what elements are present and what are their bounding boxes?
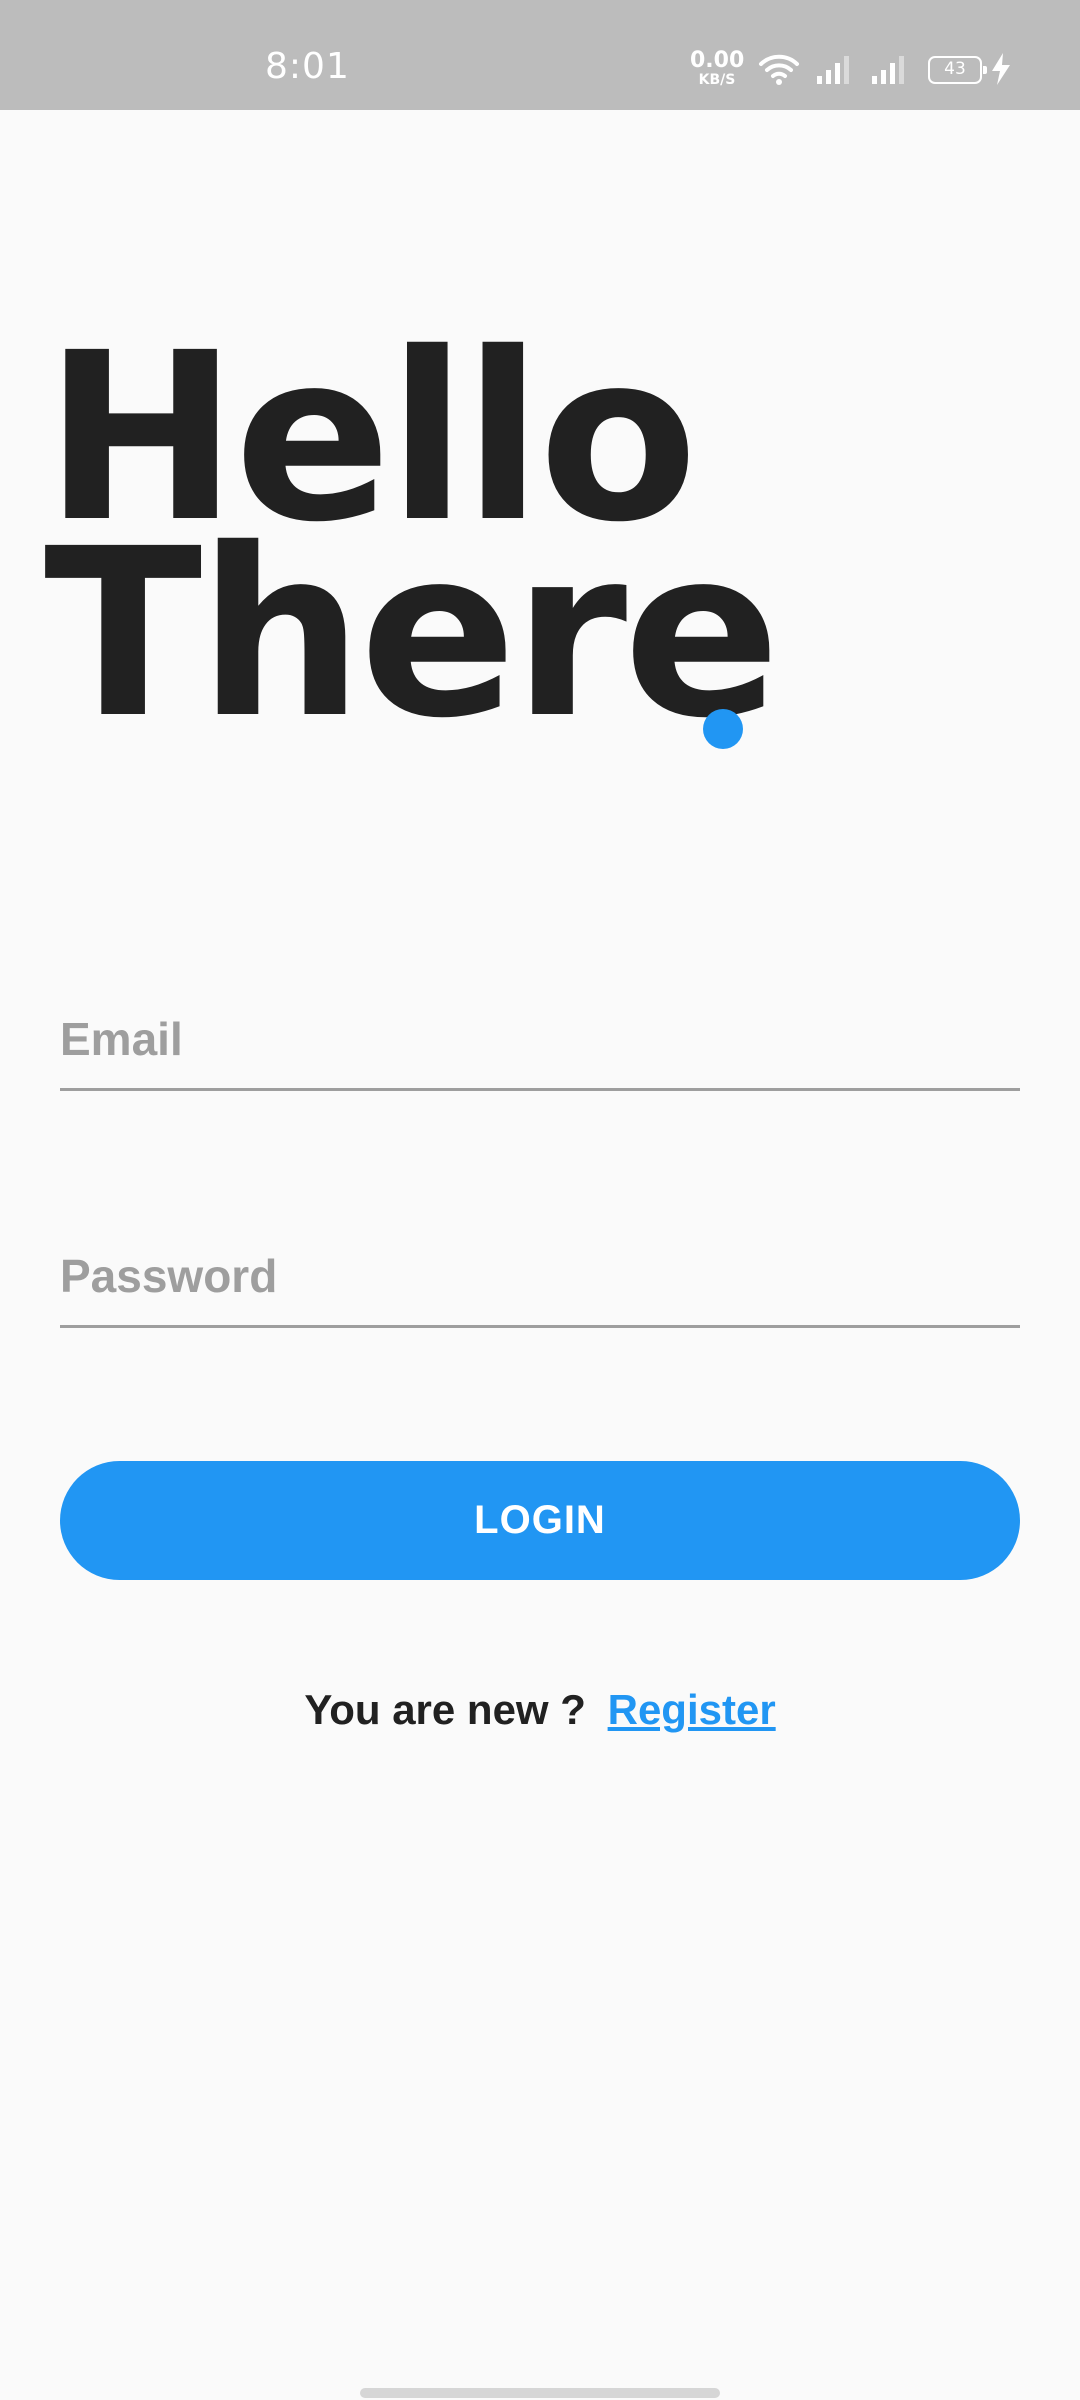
signal-icon — [815, 54, 855, 91]
wifi-icon — [758, 52, 800, 91]
battery-icon: 43 — [928, 56, 987, 84]
gesture-nav-handle[interactable] — [360, 2388, 720, 2398]
password-field-container — [60, 1225, 1020, 1328]
battery-level: 43 — [944, 59, 966, 79]
accent-dot — [703, 709, 743, 749]
login-button[interactable]: LOGIN — [60, 1461, 1020, 1580]
register-link[interactable]: Register — [608, 1686, 776, 1733]
register-row: You are new ? Register — [0, 1686, 1080, 1734]
register-prompt: You are new ? — [304, 1686, 586, 1733]
network-speed-value: 0.00 — [690, 48, 745, 73]
status-time: 8:01 — [265, 46, 350, 87]
email-field-container — [60, 988, 1020, 1091]
network-speed: 0.00 KB/S — [690, 48, 745, 88]
password-input[interactable] — [60, 1249, 1020, 1303]
charging-icon — [990, 52, 1012, 91]
heading-there: There — [44, 499, 781, 769]
status-bar: 8:01 0.00 KB/S 43 — [0, 0, 1080, 110]
network-speed-unit: KB/S — [698, 72, 736, 88]
email-input[interactable] — [60, 1012, 1020, 1066]
signal-icon — [870, 54, 910, 91]
